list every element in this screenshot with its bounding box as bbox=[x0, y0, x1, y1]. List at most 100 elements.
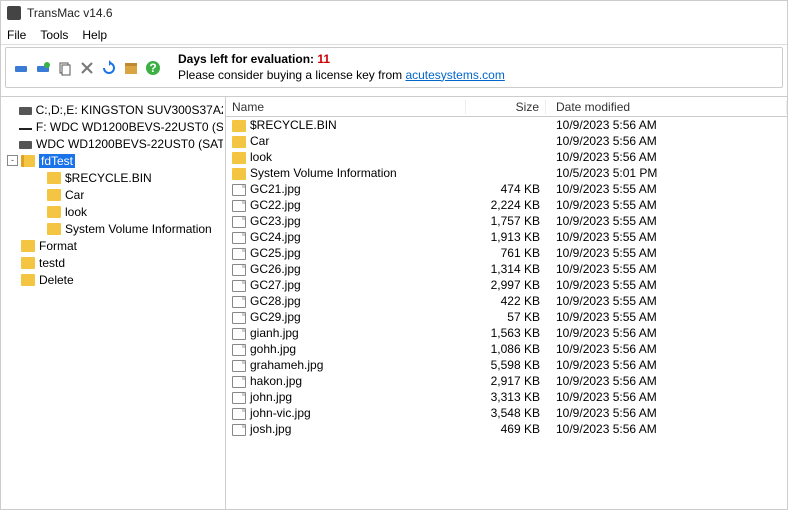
file-name: GC29.jpg bbox=[250, 310, 301, 324]
expand-icon[interactable]: - bbox=[7, 155, 18, 166]
tree-node[interactable]: Delete bbox=[3, 271, 223, 288]
list-row[interactable]: gianh.jpg1,563 KB10/9/2023 5:56 AM bbox=[226, 325, 787, 341]
file-size: 3,313 KB bbox=[466, 390, 546, 404]
delete-icon[interactable] bbox=[78, 59, 96, 77]
file-size: 57 KB bbox=[466, 310, 546, 324]
file-size: 474 KB bbox=[466, 182, 546, 196]
tree-node[interactable]: F: WDC WD1200BEVS-22UST0 (SATA bbox=[3, 118, 223, 135]
col-date[interactable]: Date modified bbox=[546, 100, 787, 114]
license-link[interactable]: acutesystems.com bbox=[405, 68, 504, 82]
menu-tools[interactable]: Tools bbox=[40, 28, 68, 42]
file-name: GC24.jpg bbox=[250, 230, 301, 244]
tree-label: Format bbox=[39, 239, 77, 253]
list-row[interactable]: GC23.jpg1,757 KB10/9/2023 5:55 AM bbox=[226, 213, 787, 229]
window-title: TransMac v14.6 bbox=[27, 6, 113, 20]
list-row[interactable]: GC26.jpg1,314 KB10/9/2023 5:55 AM bbox=[226, 261, 787, 277]
folder-icon bbox=[47, 172, 61, 184]
menu-help[interactable]: Help bbox=[82, 28, 107, 42]
file-date: 10/9/2023 5:56 AM bbox=[546, 374, 787, 388]
tree-node[interactable]: System Volume Information bbox=[3, 220, 223, 237]
tree-node[interactable]: $RECYCLE.BIN bbox=[3, 169, 223, 186]
menu-file[interactable]: File bbox=[7, 28, 26, 42]
list-row[interactable]: john.jpg3,313 KB10/9/2023 5:56 AM bbox=[226, 389, 787, 405]
file-date: 10/9/2023 5:55 AM bbox=[546, 230, 787, 244]
list-row[interactable]: GC22.jpg2,224 KB10/9/2023 5:55 AM bbox=[226, 197, 787, 213]
file-date: 10/9/2023 5:56 AM bbox=[546, 358, 787, 372]
file-name: john.jpg bbox=[250, 390, 292, 404]
list-row[interactable]: GC25.jpg 761 KB10/9/2023 5:55 AM bbox=[226, 245, 787, 261]
eval-label: Days left for evaluation: bbox=[178, 52, 314, 66]
app-icon bbox=[7, 6, 21, 20]
list-row[interactable]: GC24.jpg1,913 KB10/9/2023 5:55 AM bbox=[226, 229, 787, 245]
tree-node[interactable]: look bbox=[3, 203, 223, 220]
list-panel: Name Size Date modified $RECYCLE.BIN10/9… bbox=[226, 97, 787, 509]
list-row[interactable]: GC29.jpg 57 KB10/9/2023 5:55 AM bbox=[226, 309, 787, 325]
eval-days: 11 bbox=[317, 52, 330, 66]
list-row[interactable]: GC21.jpg474 KB10/9/2023 5:55 AM bbox=[226, 181, 787, 197]
dash-icon bbox=[19, 128, 32, 130]
file-icon bbox=[232, 392, 246, 404]
tree-node[interactable]: C:,D:,E: KINGSTON SUV300S37A2400 bbox=[3, 101, 223, 118]
file-name: Car bbox=[250, 134, 269, 148]
list-row[interactable]: josh.jpg469 KB10/9/2023 5:56 AM bbox=[226, 421, 787, 437]
list-row[interactable]: System Volume Information10/5/2023 5:01 … bbox=[226, 165, 787, 181]
list-header: Name Size Date modified bbox=[226, 97, 787, 117]
file-date: 10/9/2023 5:56 AM bbox=[546, 406, 787, 420]
file-size: 761 KB bbox=[466, 246, 546, 260]
file-size: 1,314 KB bbox=[466, 262, 546, 276]
list-row[interactable]: grahameh.jpg5,598 KB10/9/2023 5:56 AM bbox=[226, 357, 787, 373]
list-row[interactable]: GC28.jpg 422 KB10/9/2023 5:55 AM bbox=[226, 293, 787, 309]
file-date: 10/9/2023 5:55 AM bbox=[546, 246, 787, 260]
file-icon bbox=[232, 360, 246, 372]
list-row[interactable]: GC27.jpg2,997 KB10/9/2023 5:55 AM bbox=[226, 277, 787, 293]
tree-label: fdTest bbox=[39, 154, 75, 168]
file-icon bbox=[232, 408, 246, 420]
package-icon[interactable] bbox=[122, 59, 140, 77]
tree-label: look bbox=[65, 205, 87, 219]
file-size: 422 KB bbox=[466, 294, 546, 308]
folder-icon bbox=[47, 223, 61, 235]
copy-icon[interactable] bbox=[56, 59, 74, 77]
refresh-icon[interactable] bbox=[100, 59, 118, 77]
file-date: 10/9/2023 5:55 AM bbox=[546, 198, 787, 212]
tree-panel[interactable]: C:,D:,E: KINGSTON SUV300S37A2400F: WDC W… bbox=[1, 97, 226, 509]
file-date: 10/9/2023 5:55 AM bbox=[546, 310, 787, 324]
file-name: john-vic.jpg bbox=[250, 406, 311, 420]
tree-label: WDC WD1200BEVS-22UST0 (SATA-D bbox=[36, 137, 223, 151]
tree-node[interactable]: testd bbox=[3, 254, 223, 271]
list-row[interactable]: gohh.jpg1,086 KB10/9/2023 5:56 AM bbox=[226, 341, 787, 357]
file-name: $RECYCLE.BIN bbox=[250, 118, 337, 132]
menubar: File Tools Help bbox=[1, 25, 787, 45]
file-size: 1,086 KB bbox=[466, 342, 546, 356]
list-row[interactable]: hakon.jpg2,917 KB10/9/2023 5:56 AM bbox=[226, 373, 787, 389]
file-size: 2,997 KB bbox=[466, 278, 546, 292]
tree-node[interactable]: Car bbox=[3, 186, 223, 203]
file-name: GC28.jpg bbox=[250, 294, 301, 308]
open-drive-icon[interactable] bbox=[12, 59, 30, 77]
file-icon bbox=[232, 280, 246, 292]
file-date: 10/9/2023 5:56 AM bbox=[546, 134, 787, 148]
file-icon bbox=[232, 216, 246, 228]
tree-label: $RECYCLE.BIN bbox=[65, 171, 152, 185]
list-row[interactable]: john-vic.jpg 3,548 KB10/9/2023 5:56 AM bbox=[226, 405, 787, 421]
col-name[interactable]: Name bbox=[226, 100, 466, 114]
col-size[interactable]: Size bbox=[466, 100, 546, 114]
tree-node[interactable]: - fdTest bbox=[3, 152, 223, 169]
file-date: 10/9/2023 5:55 AM bbox=[546, 294, 787, 308]
list-row[interactable]: look10/9/2023 5:56 AM bbox=[226, 149, 787, 165]
file-name: GC22.jpg bbox=[250, 198, 301, 212]
help-icon[interactable]: ? bbox=[144, 59, 162, 77]
tree-node[interactable]: Format bbox=[3, 237, 223, 254]
file-name: hakon.jpg bbox=[250, 374, 302, 388]
list-rows[interactable]: $RECYCLE.BIN10/9/2023 5:56 AMCar10/9/202… bbox=[226, 117, 787, 437]
open-archive-icon[interactable] bbox=[34, 59, 52, 77]
list-row[interactable]: Car 10/9/2023 5:56 AM bbox=[226, 133, 787, 149]
file-size: 3,548 KB bbox=[466, 406, 546, 420]
list-row[interactable]: $RECYCLE.BIN10/9/2023 5:56 AM bbox=[226, 117, 787, 133]
tree-node[interactable]: WDC WD1200BEVS-22UST0 (SATA-D bbox=[3, 135, 223, 152]
app-window: TransMac v14.6 File Tools Help bbox=[0, 0, 788, 510]
file-name: grahameh.jpg bbox=[250, 358, 323, 372]
toolbar: ? Days left for evaluation: 11 Please co… bbox=[6, 48, 782, 87]
file-date: 10/9/2023 5:55 AM bbox=[546, 278, 787, 292]
file-name: GC25.jpg bbox=[250, 246, 301, 260]
